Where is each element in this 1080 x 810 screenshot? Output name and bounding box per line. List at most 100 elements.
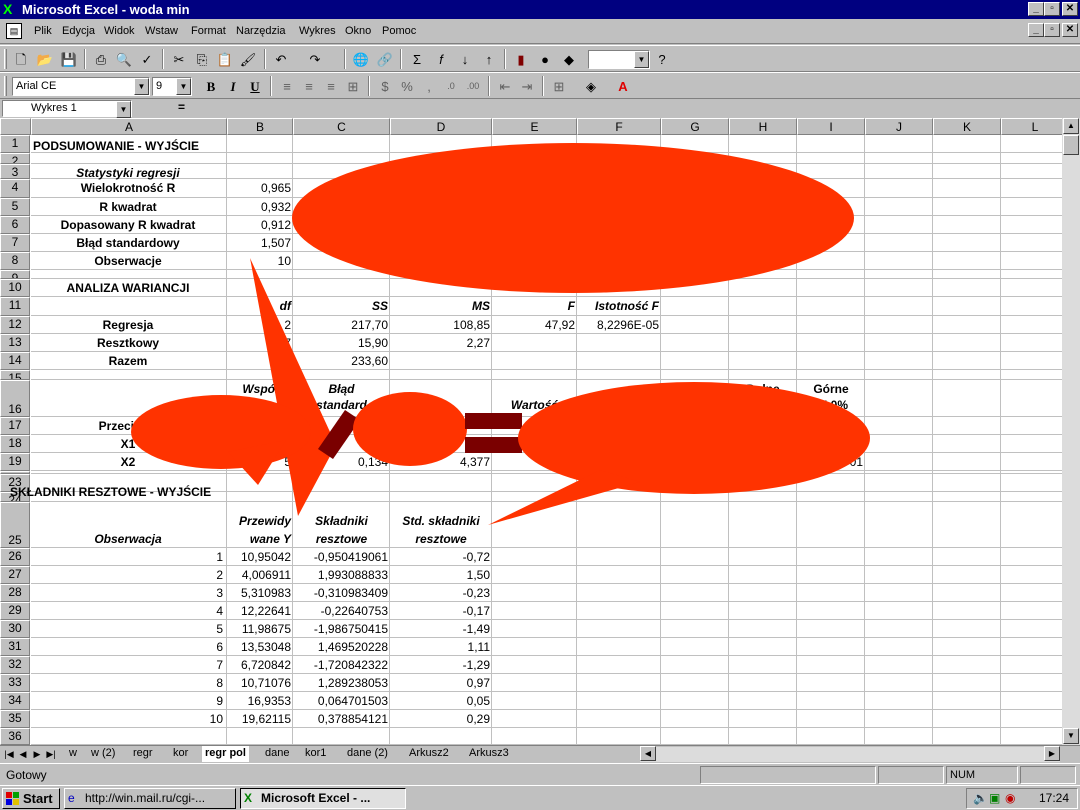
network-icon[interactable]: ▣ [989,789,1000,808]
row-header[interactable]: 32 [0,656,30,674]
save-icon[interactable]: 💾 [58,49,80,70]
cell-d25-line2[interactable]: resztowe [390,530,492,548]
row-header[interactable]: 1 [0,135,30,153]
residual-cell-std[interactable]: 0,97 [390,674,492,692]
row-header[interactable]: 10 [0,279,30,297]
vertical-scrollbar[interactable]: ▲ ▼ [1062,118,1080,745]
chevron-down-icon[interactable]: ▼ [116,101,131,118]
fill-color-icon[interactable]: ◈ [580,76,602,97]
format-painter-icon[interactable]: 🖌 [237,49,259,70]
cell-b16[interactable]: Współcz [227,380,293,398]
column-header-d[interactable]: D [390,118,492,135]
cell-c16-line2[interactable]: standard [293,396,390,414]
menu-wstaw[interactable]: Wstaw [145,25,178,37]
row-header[interactable]: 26 [0,548,30,566]
merge-center-icon[interactable]: ⊞ [342,76,364,97]
comma-icon[interactable]: , [418,76,440,97]
tab-arkusz3[interactable]: Arkusz3 [466,746,512,762]
maximize-button[interactable]: ▫ [1044,2,1060,16]
residual-cell-res[interactable]: 1,289238053 [293,674,390,692]
cell-b7[interactable]: 1,507 [227,234,293,252]
cell-c18[interactable]: 21 [293,435,390,453]
cell-c11[interactable]: SS [293,297,390,315]
start-button[interactable]: Start [2,788,60,809]
residual-cell-std[interactable]: -1,29 [390,656,492,674]
increase-decimal-icon[interactable]: .0 [440,76,462,97]
cell-b12[interactable]: 2 [227,316,293,334]
tab-w-2[interactable]: w (2) [88,746,118,762]
italic-button[interactable]: I [222,76,244,97]
new-icon[interactable]: 🗋 [10,49,32,70]
toolbar-grip[interactable] [4,49,7,69]
zoom-combo[interactable]: ▼ [588,50,650,69]
cell-c14[interactable]: 233,60 [293,352,390,370]
task-browser[interactable]: e http://win.mail.ru/cgi-... [64,788,236,809]
print-preview-icon[interactable]: 🔍 [113,49,135,70]
cell-a13[interactable]: Resztkowy [31,334,225,352]
residual-cell-obs[interactable]: 3 [31,584,225,602]
cell-e12[interactable]: 47,92 [492,316,577,334]
chevron-down-icon[interactable]: ▼ [176,78,191,95]
decrease-indent-icon[interactable]: ⇤ [494,76,516,97]
column-header-b[interactable]: B [227,118,293,135]
residual-cell-std[interactable]: 1,11 [390,638,492,656]
cell-a7[interactable]: Błąd standardowy [31,234,225,252]
row-header[interactable]: 4 [0,179,30,198]
row-header[interactable]: 29 [0,602,30,620]
minimize-button[interactable]: _ [1028,2,1044,16]
tab-regr-pol[interactable]: regr pol [202,746,249,762]
residual-cell-obs[interactable]: 4 [31,602,225,620]
tab-kor1[interactable]: kor1 [302,746,329,762]
cell-c25-line2[interactable]: resztowe [293,530,390,548]
column-header-l[interactable]: L [1001,118,1062,135]
first-sheet-icon[interactable]: |◀ [2,747,16,761]
row-header[interactable]: 12 [0,316,30,334]
row-header[interactable]: 3 [0,164,30,179]
residual-cell-obs[interactable]: 10 [31,710,225,728]
toolbar-grip[interactable] [4,76,7,96]
doc-minimize-button[interactable]: _ [1028,23,1044,37]
cell-b14[interactable]: 9 [227,352,293,370]
cell-b19[interactable]: 5 [227,453,293,471]
residual-cell-res[interactable]: 1,469520228 [293,638,390,656]
row-header[interactable]: 33 [0,674,30,692]
paste-icon[interactable]: 📋 [214,49,236,70]
sort-asc-icon[interactable]: ↓ [454,49,476,70]
align-left-icon[interactable]: ≡ [276,76,298,97]
spelling-icon[interactable]: ✓ [136,49,158,70]
close-button[interactable]: ✕ [1062,2,1078,16]
row-header[interactable]: 34 [0,692,30,710]
cell-b5[interactable]: 0,932 [227,198,293,216]
decrease-decimal-icon[interactable]: .00 [462,76,484,97]
row-header[interactable]: 15 [0,370,30,380]
row-header[interactable]: 14 [0,352,30,370]
tab-kor[interactable]: kor [170,746,191,762]
sort-desc-icon[interactable]: ↑ [478,49,500,70]
horizontal-scrollbar[interactable]: ◀ ▶ [640,746,1060,762]
open-icon[interactable]: 📂 [34,49,56,70]
menu-format[interactable]: Format [191,25,226,37]
residual-cell-res[interactable]: 1,993088833 [293,566,390,584]
row-header[interactable]: 35 [0,710,30,728]
copy-icon[interactable]: ⎘ [191,49,213,70]
cell-c12[interactable]: 217,70 [293,316,390,334]
doc-restore-button[interactable]: ▫ [1044,23,1060,37]
row-header[interactable]: 18 [0,435,30,453]
column-header-f[interactable]: F [577,118,661,135]
borders-icon[interactable]: ⊞ [548,76,570,97]
cell-e11[interactable]: F [492,297,577,315]
tab-dane[interactable]: dane [262,746,292,762]
percent-icon[interactable]: % [396,76,418,97]
residual-cell-res[interactable]: 0,064701503 [293,692,390,710]
column-header-k[interactable]: K [933,118,1001,135]
chart-wizard-icon[interactable]: ▮ [510,49,532,70]
cell-a25[interactable]: Obserwacja [31,530,225,548]
residual-cell-res[interactable]: -0,22640753 [293,602,390,620]
cell-b25[interactable]: Przewidy [227,512,293,530]
tab-arkusz2[interactable]: Arkusz2 [406,746,452,762]
select-all-corner[interactable] [0,118,31,135]
residual-cell-obs[interactable]: 7 [31,656,225,674]
residual-cell-pred[interactable]: 10,71076 [227,674,293,692]
residual-cell-res[interactable]: -0,950419061 [293,548,390,566]
drawing-icon[interactable]: ◆ [558,49,580,70]
